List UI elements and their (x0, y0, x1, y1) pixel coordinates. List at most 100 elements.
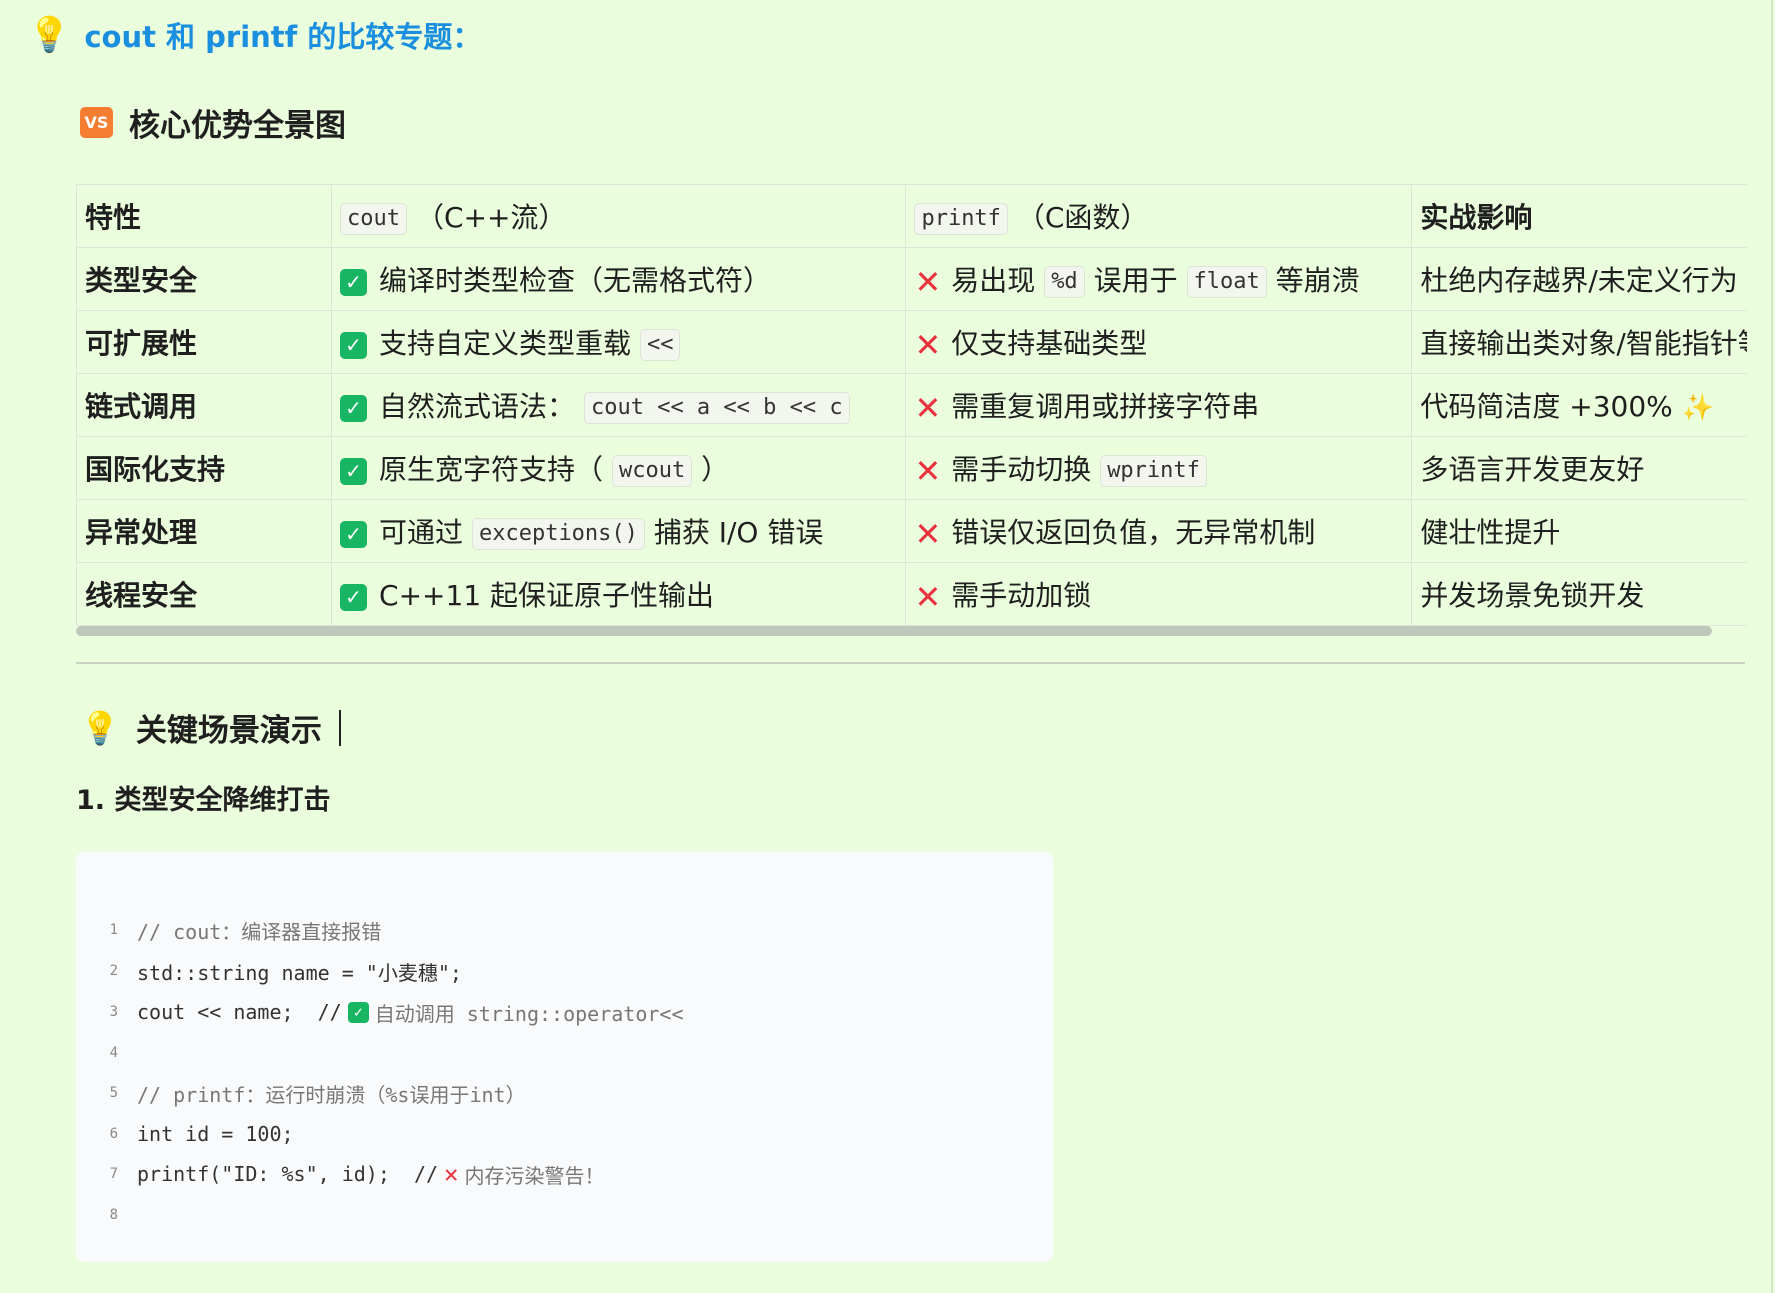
inline-code: wcout (611, 455, 693, 487)
row-feature: 国际化支持 (76, 436, 333, 500)
section-heading-text: 关键场景演示 (135, 713, 322, 749)
row-printf-cell: ✕ 需手动加锁 (905, 562, 1413, 626)
sparkles-icon: ✨ (1681, 393, 1715, 423)
line-number: 2 (109, 963, 118, 979)
line-number: 7 (109, 1166, 118, 1182)
divider (76, 662, 1745, 664)
check-mark-icon: ✓ (340, 457, 368, 485)
row-impact: 直接输出类对象/智能指针等 (1411, 310, 1747, 374)
check-mark-icon: ✓ (340, 394, 368, 422)
cell-text: 需手动切换 (951, 453, 1092, 486)
inline-code: wprintf (1100, 455, 1207, 487)
row-feature: 链式调用 (76, 373, 333, 437)
line-number: 1 (109, 922, 118, 938)
check-mark-icon: ✓ (340, 268, 368, 296)
header-printf-suffix: （C函数） (1016, 201, 1149, 234)
row-printf-cell: ✕ 仅支持基础类型 (905, 310, 1413, 374)
comparison-table: 特性 cout （C++流） printf （C函数） 实战影响 类型安全 ✓ 编… (76, 184, 1747, 626)
code-text: cout << name; // (137, 1000, 342, 1024)
inline-code: printf (914, 203, 1008, 235)
topic-title: 💡 cout 和 printf 的比较专题： (28, 14, 481, 56)
table-header-row: 特性 cout （C++流） printf （C函数） 实战影响 (76, 184, 1747, 248)
row-impact: 并发场景免锁开发 (1411, 562, 1747, 626)
table-row: 异常处理 ✓ 可通过 exceptions() 捕获 I/O 错误 ✕ 错误仅返回负… (76, 499, 1747, 563)
inline-code: exceptions() (471, 518, 645, 550)
section-heading-text: 核心优势全景图 (129, 108, 346, 144)
cell-text: 自然流式语法： (379, 390, 576, 423)
row-impact: 多语言开发更友好 (1411, 436, 1747, 500)
cell-text: 需手动加锁 (951, 579, 1092, 612)
code-line: 4 (76, 1035, 137, 1071)
cell-text: C++11 起保证原子性输出 (379, 579, 715, 612)
row-feature: 线程安全 (76, 562, 333, 626)
row-feature: 异常处理 (76, 499, 333, 563)
code-text: // cout：编译器直接报错 (137, 919, 382, 944)
inline-code: cout << a << b << c (583, 392, 850, 424)
row-printf-cell: ✕ 需手动切换 wprintf (905, 436, 1413, 500)
code-line: 1 // cout：编译器直接报错 (76, 912, 382, 948)
cell-text: 仅支持基础类型 (951, 327, 1148, 360)
code-text: int id = 100; (137, 1122, 294, 1146)
row-printf-cell: ✕ 需重复调用或拼接字符串 (905, 373, 1413, 437)
check-mark-icon: ✓ (347, 1001, 369, 1023)
row-cout-cell: ✓ C++11 起保证原子性输出 (331, 562, 907, 626)
table-row: 可扩展性 ✓ 支持自定义类型重载 << ✕ 仅支持基础类型 直接输出类对象/智能指针… (76, 310, 1747, 374)
header-cout-suffix: （C++流） (415, 201, 567, 234)
row-cout-cell: ✓ 原生宽字符支持（ wcout ） (331, 436, 907, 500)
row-impact: 代码简洁度 +300% (1420, 390, 1673, 423)
inline-code: cout (340, 203, 408, 235)
row-impact: 健壮性提升 (1411, 499, 1747, 563)
cell-text: 原生宽字符支持（ (379, 453, 604, 486)
vs-icon: VS (80, 107, 113, 138)
cell-text: 可通过 (379, 516, 464, 549)
code-line: 5 // printf：运行时崩溃（%s误用于int） (76, 1075, 526, 1111)
row-printf-cell: ✕ 错误仅返回负值，无异常机制 (905, 499, 1413, 563)
table-row: 国际化支持 ✓ 原生宽字符支持（ wcout ） ✕ 需手动切换 wprintf 多… (76, 436, 1747, 500)
check-mark-icon: ✓ (340, 331, 368, 359)
row-printf-cell: ✕ 易出现 %d 误用于 float 等崩溃 (905, 247, 1413, 311)
line-number: 6 (109, 1126, 118, 1142)
code-line: 8 (76, 1197, 137, 1233)
cell-text: 需重复调用或拼接字符串 (951, 390, 1260, 423)
cell-text: 支持自定义类型重载 (379, 327, 632, 360)
cell-text: ） (701, 453, 730, 486)
document-page: 💡 cout 和 printf 的比较专题： VS 核心优势全景图 特性 cou… (0, 0, 1775, 1293)
row-cout-cell: ✓ 支持自定义类型重载 << (331, 310, 907, 374)
section-heading-overview: VS 核心优势全景图 (80, 100, 346, 145)
cross-mark-icon: ✕ (914, 326, 942, 364)
code-comment: 内存污染警告！ (464, 1163, 605, 1188)
cell-text: 易出现 (951, 264, 1036, 297)
header-printf: printf （C函数） (905, 184, 1413, 248)
header-impact: 实战影响 (1411, 184, 1747, 248)
row-impact: 杜绝内存越界/未定义行为 (1411, 247, 1747, 311)
section-heading-scenarios[interactable]: 💡 关键场景演示 (80, 705, 341, 750)
cross-mark-icon: ✕ (444, 1160, 459, 1188)
lightbulb-icon: 💡 (80, 708, 120, 747)
line-number: 8 (109, 1207, 118, 1223)
row-feature: 类型安全 (76, 247, 333, 311)
code-line: 7 printf("ID: %s", id); // ✕ 内存污染警告！ (76, 1156, 605, 1192)
cell-text: 捕获 I/O 错误 (653, 516, 824, 549)
table-row: 链式调用 ✓ 自然流式语法： cout << a << b << c ✕ 需重复调用… (76, 373, 1747, 437)
header-feature: 特性 (76, 184, 333, 248)
cross-mark-icon: ✕ (914, 578, 942, 616)
code-text: std::string name = "小麦穗"; (137, 960, 462, 985)
header-cout: cout （C++流） (331, 184, 907, 248)
line-number: 3 (109, 1004, 118, 1020)
cell-text: 等崩溃 (1275, 264, 1360, 297)
check-mark-icon: ✓ (340, 583, 368, 611)
page-edge-line (1771, 0, 1773, 1293)
inline-code: << (639, 329, 681, 361)
code-block[interactable]: 1 // cout：编译器直接报错 2 std::string name = "… (76, 852, 1053, 1262)
lightbulb-icon: 💡 (28, 15, 71, 55)
table-horizontal-scrollbar[interactable] (76, 626, 1712, 636)
row-feature: 可扩展性 (76, 310, 333, 374)
row-impact-cell: 代码简洁度 +300% ✨ (1411, 373, 1747, 437)
check-mark-icon: ✓ (340, 520, 368, 548)
row-cout-cell: ✓ 编译时类型检查（无需格式符） (331, 247, 907, 311)
code-text: printf("ID: %s", id); // (137, 1162, 439, 1186)
code-comment: 自动调用 string::operator<< (374, 1001, 684, 1026)
table-row: 类型安全 ✓ 编译时类型检查（无需格式符） ✕ 易出现 %d 误用于 float 等… (76, 247, 1747, 311)
cross-mark-icon: ✕ (914, 263, 942, 301)
comparison-table-container: 特性 cout （C++流） printf （C函数） 实战影响 类型安全 ✓ 编… (76, 184, 1747, 630)
